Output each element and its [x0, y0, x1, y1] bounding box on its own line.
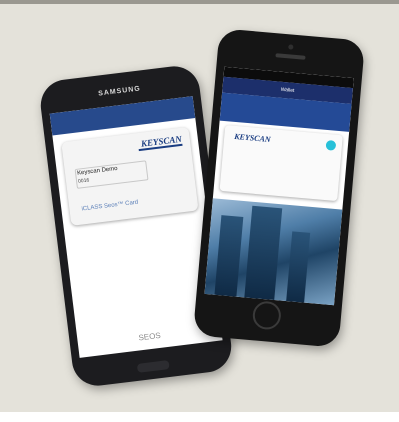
iphone: Wallet KEYSCAN [192, 28, 366, 348]
card-type: iCLASS Seos™ Card [81, 199, 139, 213]
access-card[interactable]: KEYSCAN Keyscan Demo 0016 iCLASS Seos™ C… [61, 126, 199, 226]
building-photo [204, 198, 343, 306]
tower-shape [214, 215, 244, 297]
status-dot-icon [325, 139, 337, 151]
card-caption [220, 183, 338, 193]
top-border [0, 0, 399, 4]
wallet-card[interactable]: KEYSCAN [219, 125, 343, 202]
home-button[interactable] [251, 300, 283, 331]
bottom-margin [0, 412, 399, 422]
speaker-grille [275, 53, 306, 60]
iphone-screen: Wallet KEYSCAN [204, 66, 354, 306]
tower-shape [244, 205, 283, 301]
tower-shape [286, 231, 311, 303]
camera-icon [288, 44, 294, 50]
card-logo: KEYSCAN [233, 131, 272, 145]
home-button[interactable] [136, 360, 170, 373]
